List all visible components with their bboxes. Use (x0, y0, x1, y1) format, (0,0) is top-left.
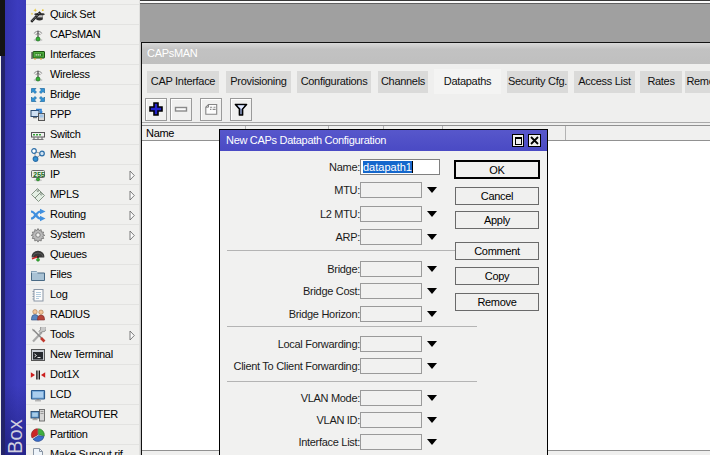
svg-text:255: 255 (33, 171, 45, 179)
